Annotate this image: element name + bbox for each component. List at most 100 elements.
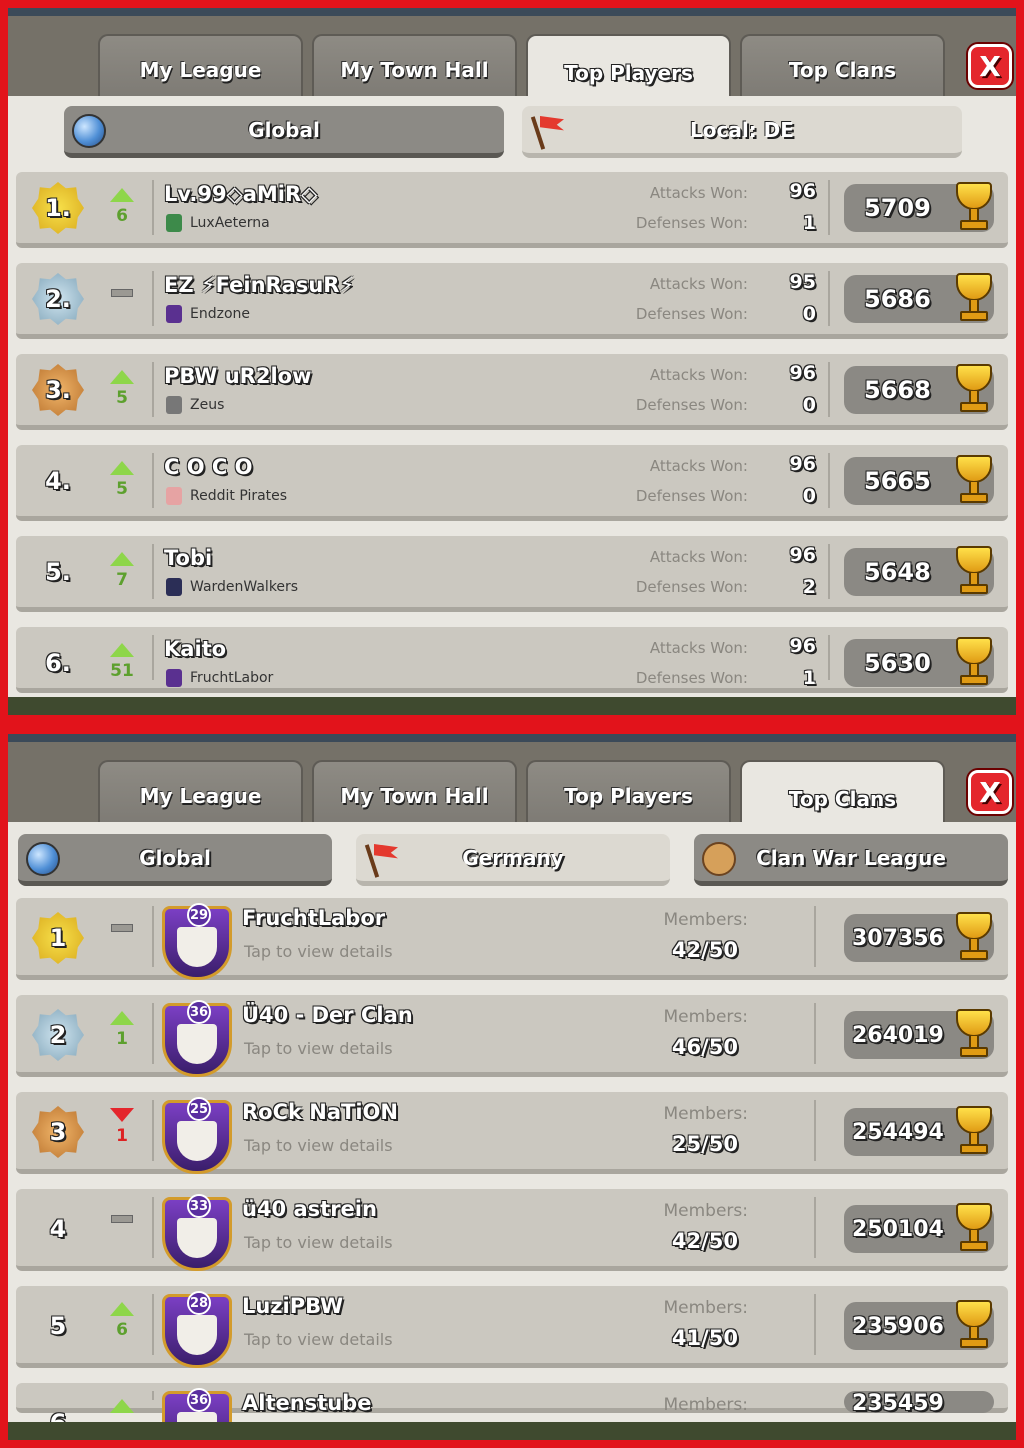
arrow-up-icon bbox=[110, 461, 134, 475]
rank-number: 1. bbox=[45, 194, 71, 222]
filter-germany[interactable]: Germany bbox=[356, 834, 670, 886]
rank-change: 6 bbox=[116, 1320, 128, 1340]
trophy-count: 235906 bbox=[844, 1300, 994, 1350]
rank-number: 1 bbox=[49, 924, 67, 952]
trophy-value: 5630 bbox=[864, 649, 931, 677]
close-button[interactable]: X bbox=[968, 770, 1012, 814]
members-label: Members: bbox=[663, 1395, 748, 1415]
close-button[interactable]: X bbox=[968, 44, 1012, 88]
rank-change: 6 bbox=[116, 206, 128, 226]
tab-top-players[interactable]: Top Players bbox=[526, 760, 731, 830]
no-change-icon bbox=[111, 1215, 133, 1223]
player-row[interactable]: 3. 5 PBW uR2low Zeus Attacks Won: 96 Defenses … bbox=[16, 354, 1008, 430]
members-count: 41/50 bbox=[671, 1326, 738, 1350]
row-divider bbox=[814, 1100, 816, 1161]
trophy-icon bbox=[950, 1298, 996, 1352]
clan-shield-icon: 28 bbox=[162, 1291, 232, 1368]
clan-row[interactable]: 2 1 36 Ü40 - Der Clan Members: Tap to view de… bbox=[16, 995, 1008, 1077]
clan-row[interactable]: 3 1 25 RoCk NaTiON Members: Tap to view detai… bbox=[16, 1092, 1008, 1174]
row-divider bbox=[152, 1003, 154, 1064]
top-strip bbox=[8, 734, 1016, 742]
clan-row[interactable]: 1 29 FruchtLabor Members: Tap to view detail… bbox=[16, 898, 1008, 980]
filter-local[interactable]: Local: DE bbox=[522, 106, 962, 158]
trophy-value: 307356 bbox=[852, 925, 944, 951]
tap-to-view-details: Tap to view details bbox=[244, 1233, 393, 1252]
filter-global[interactable]: Global bbox=[18, 834, 332, 886]
trend-up-indicator: 5 bbox=[102, 461, 142, 499]
clan-row[interactable]: 4 33 ü40 astrein Members: Tap to view detail… bbox=[16, 1189, 1008, 1271]
no-change-icon bbox=[111, 289, 133, 297]
trophy-value: 5648 bbox=[864, 558, 931, 586]
trend-up-indicator: 6 bbox=[102, 188, 142, 226]
attacks-won-value: 96 bbox=[789, 453, 816, 475]
clan-row[interactable]: 636AltenstubeMembers:235459 bbox=[16, 1383, 1008, 1440]
clan-level: 29 bbox=[187, 903, 211, 927]
tap-to-view-details: Tap to view details bbox=[244, 942, 393, 961]
clan-level: 36 bbox=[187, 1388, 211, 1412]
clan-name: RoCk NaTiON bbox=[242, 1100, 398, 1124]
tab-my-town-hall[interactable]: My Town Hall bbox=[312, 34, 517, 104]
clan-name: FruchtLabor bbox=[242, 906, 386, 930]
attacks-won-value: 95 bbox=[789, 271, 816, 293]
globe-icon bbox=[72, 114, 106, 148]
tab-top-clans[interactable]: Top Clans bbox=[740, 34, 945, 104]
clan-name: FruchtLabor bbox=[190, 670, 274, 686]
attacks-won-label: Attacks Won: bbox=[649, 639, 748, 657]
row-divider bbox=[152, 453, 154, 508]
filter-local-label: Local: DE bbox=[690, 117, 794, 142]
trophy-icon bbox=[950, 362, 996, 416]
trophy-value: 5686 bbox=[864, 285, 931, 313]
row-divider bbox=[152, 1197, 154, 1258]
rank-badge: 4 bbox=[32, 1203, 84, 1255]
defenses-won-label: Defenses Won: bbox=[635, 487, 748, 505]
player-row[interactable]: 4. 5 C O C O Reddit Pirates Attacks Won: 96 De… bbox=[16, 445, 1008, 521]
rank-number: 5. bbox=[45, 558, 71, 586]
trophy-value: 264019 bbox=[852, 1022, 944, 1048]
trophy-count: 5686 bbox=[844, 273, 994, 323]
rank-change: 1 bbox=[116, 1126, 128, 1146]
player-name: Tobi bbox=[164, 546, 213, 570]
clan-row[interactable]: 5 6 28 LuziPBW Members: Tap to view details 41… bbox=[16, 1286, 1008, 1368]
members-label: Members: bbox=[663, 1298, 748, 1318]
defenses-won-label: Defenses Won: bbox=[635, 669, 748, 687]
rank-badge: 3. bbox=[32, 364, 84, 416]
player-clan: FruchtLabor bbox=[166, 669, 273, 687]
defenses-won-label: Defenses Won: bbox=[635, 578, 748, 596]
members-count: 42/50 bbox=[671, 1229, 738, 1253]
trophy-icon bbox=[950, 453, 996, 507]
trophy-count: 5665 bbox=[844, 455, 994, 505]
tab-my-league[interactable]: My League bbox=[98, 34, 303, 104]
members-label: Members: bbox=[663, 1201, 748, 1221]
clan-level: 25 bbox=[187, 1097, 211, 1121]
player-name: Kaito bbox=[164, 637, 227, 661]
trend-up-indicator: 51 bbox=[102, 643, 142, 681]
rank-number: 2 bbox=[49, 1021, 67, 1049]
top-players-panel: My League My Town Hall Top Players Top C… bbox=[8, 8, 1016, 715]
flag-icon bbox=[364, 842, 398, 876]
player-row[interactable]: 1. 6 Lv.99◇aMiR◇ LuxAeterna Attacks Won: 96 De… bbox=[16, 172, 1008, 248]
crossed-swords-icon bbox=[702, 842, 736, 876]
attacks-won-label: Attacks Won: bbox=[649, 184, 748, 202]
trophy-count: 250104 bbox=[844, 1203, 994, 1253]
trend-up-indicator bbox=[102, 1399, 142, 1417]
row-divider bbox=[814, 1197, 816, 1258]
defenses-won-label: Defenses Won: bbox=[635, 396, 748, 414]
tab-bar: My League My Town Hall Top Players Top C… bbox=[8, 742, 1016, 836]
row-divider bbox=[814, 906, 816, 967]
filter-global[interactable]: Global bbox=[64, 106, 504, 158]
tab-my-town-hall[interactable]: My Town Hall bbox=[312, 760, 517, 830]
bottom-strip bbox=[8, 1422, 1016, 1440]
player-row[interactable]: 6. 51 Kaito FruchtLabor Attacks Won: 96 Defens… bbox=[16, 627, 1008, 693]
row-divider bbox=[828, 180, 830, 235]
defenses-won-value: 0 bbox=[802, 394, 816, 416]
clan-name: ü40 astrein bbox=[242, 1197, 377, 1221]
rank-change: 1 bbox=[116, 1029, 128, 1049]
player-row[interactable]: 5. 7 Tobi WardenWalkers Attacks Won: 96 Defens… bbox=[16, 536, 1008, 612]
clan-shield-icon: 36 bbox=[162, 1000, 232, 1077]
trophy-value: 250104 bbox=[852, 1216, 944, 1242]
filter-clan-war-league[interactable]: Clan War League bbox=[694, 834, 1008, 886]
clan-badge-icon bbox=[166, 305, 182, 323]
tab-my-league[interactable]: My League bbox=[98, 760, 303, 830]
top-strip bbox=[8, 8, 1016, 16]
player-row[interactable]: 2. EZ ⚡FeinRasuR⚡ Endzone Attacks Won: 95 Def… bbox=[16, 263, 1008, 339]
